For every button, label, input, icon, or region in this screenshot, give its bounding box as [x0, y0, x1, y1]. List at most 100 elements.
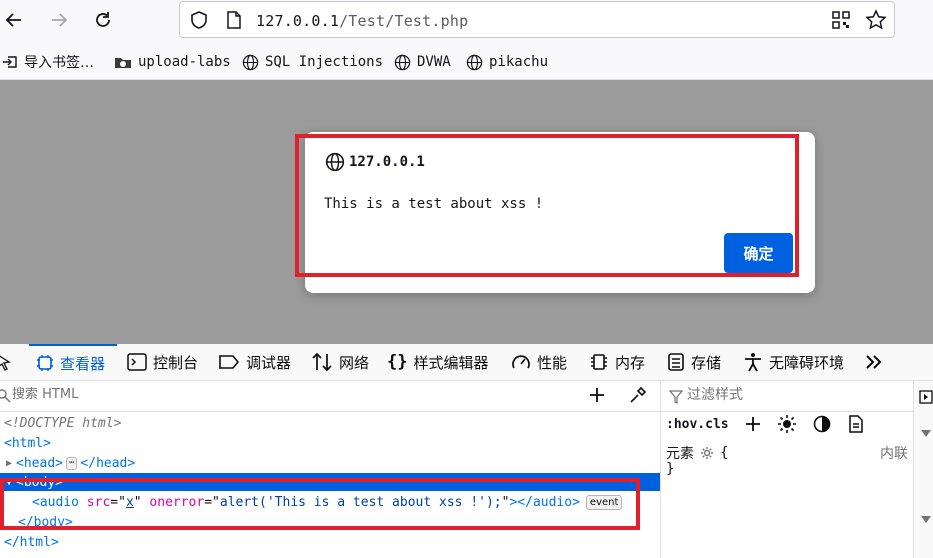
browser-toolbar: 127.0.0.1/Test/Test.php — [0, 0, 933, 44]
doctype-text: <!DOCTYPE html> — [4, 415, 122, 431]
chevron-down-icon[interactable] — [921, 423, 931, 442]
tab-network[interactable]: 网络 — [311, 344, 369, 380]
bookmark-sql-injections[interactable]: SQL Injections — [242, 53, 383, 71]
markup-panel: <!DOCTYPE html> <html> ▶ <head> ⋯ </head… — [0, 381, 661, 558]
tab-label: 性能 — [537, 353, 568, 372]
bookmark-label: 导入书签… — [24, 55, 94, 71]
light-theme-sun-icon[interactable] — [777, 414, 797, 438]
html-close-tag: </html> — [4, 534, 59, 550]
globe-icon — [242, 54, 259, 71]
collapse-triangle-icon[interactable]: ▼ — [6, 477, 12, 488]
attr-onerror-value: alert('This is a test about xss !'); — [219, 494, 502, 510]
sidebar-toggle-strip — [913, 381, 933, 558]
globe-icon — [325, 152, 345, 172]
filter-styles-input[interactable] — [687, 387, 897, 403]
expand-sidebar-icon[interactable] — [919, 389, 933, 408]
attr-src-value[interactable]: x — [126, 495, 134, 510]
chevron-down-icon[interactable] — [921, 509, 931, 528]
reload-button[interactable] — [89, 6, 117, 34]
bookmark-pikachu[interactable]: pikachu — [466, 53, 548, 71]
bookmark-label: upload-labs — [138, 54, 231, 70]
attr-onerror-name: onerror — [149, 494, 205, 510]
element-picker-icon[interactable] — [0, 353, 12, 375]
search-row — [0, 381, 660, 412]
shield-icon[interactable] — [189, 10, 209, 34]
folder-icon — [114, 54, 132, 70]
open-brace: { — [720, 445, 729, 461]
bookmarks-bar: 导入书签… upload-labs SQL Injections DVWA pi… — [0, 44, 933, 80]
plus-icon — [590, 388, 604, 402]
tab-label: 无障碍环境 — [769, 353, 845, 372]
event-badge[interactable]: event — [585, 494, 623, 510]
bookmark-import[interactable]: 导入书签… — [2, 53, 94, 71]
tab-accessibility[interactable]: 无障碍环境 — [743, 344, 844, 380]
import-icon — [2, 54, 18, 70]
search-html-input[interactable] — [12, 387, 572, 402]
ellipsis-badge[interactable]: ⋯ — [66, 456, 78, 470]
filter-icon — [668, 389, 684, 408]
back-arrow-icon — [5, 13, 21, 27]
hov-cls-toggle[interactable]: :hov.cls — [666, 417, 729, 432]
inspector-icon — [36, 354, 54, 372]
close-brace: } — [666, 461, 675, 477]
gear-icon[interactable] — [700, 446, 714, 460]
tab-console[interactable]: 控制台 — [127, 344, 198, 380]
dialog-origin-text: 127.0.0.1 — [349, 154, 425, 170]
head-open-tag: <head> — [16, 455, 63, 471]
tab-style-editor[interactable]: {} 样式编辑器 — [387, 344, 489, 380]
tab-storage[interactable]: 存储 — [667, 344, 721, 380]
url-bar[interactable]: 127.0.0.1/Test/Test.php — [179, 1, 895, 38]
tree-html[interactable]: <html> — [4, 433, 51, 453]
page-info-icon[interactable] — [226, 11, 242, 33]
url-text[interactable]: 127.0.0.1/Test/Test.php — [256, 12, 468, 30]
filter-row — [661, 381, 913, 412]
back-button[interactable] — [0, 6, 28, 34]
print-media-icon[interactable] — [848, 415, 864, 437]
tree-body-close[interactable]: </body> — [18, 512, 73, 532]
tree-audio[interactable]: <audio src =" x " onerror =" alert('This is a… — [32, 492, 623, 512]
rules-panel: :hov.cls 元素 { 内联 } — [661, 381, 913, 558]
tree-head[interactable]: ▶ <head> ⋯ </head> — [6, 453, 135, 473]
head-close-tag: </head> — [80, 455, 136, 471]
storage-icon — [667, 352, 685, 372]
tab-memory[interactable]: 内存 — [589, 344, 645, 380]
eyedropper-icon[interactable] — [629, 386, 647, 408]
performance-icon — [511, 353, 531, 371]
qr-code-icon[interactable] — [831, 10, 851, 34]
forward-arrow-icon — [52, 13, 68, 27]
url-path: /Test/Test.php — [339, 12, 469, 30]
tab-performance[interactable]: 性能 — [511, 344, 567, 380]
add-node-button[interactable] — [587, 385, 607, 409]
dialog-origin: 127.0.0.1 — [325, 152, 425, 172]
reload-icon — [96, 12, 110, 27]
bookmark-label: pikachu — [489, 54, 549, 70]
tab-label: 样式编辑器 — [413, 353, 489, 372]
inline-label: 内联 — [880, 446, 908, 462]
bookmark-upload-labs[interactable]: upload-labs — [114, 53, 231, 71]
bookmark-label: DVWA — [417, 54, 451, 70]
dialog-message: This is a test about xss ! — [324, 196, 544, 212]
url-host: 127.0.0.1 — [256, 12, 340, 30]
more-tabs-chevron-icon[interactable] — [864, 352, 884, 376]
audio-open-tag: <audio — [32, 494, 79, 510]
tab-label: 内存 — [615, 353, 646, 372]
add-rule-plus-icon[interactable] — [744, 415, 762, 437]
bookmark-star-icon[interactable] — [865, 9, 887, 35]
expand-triangle-icon[interactable]: ▶ — [6, 458, 12, 469]
tree-html-close[interactable]: </html> — [4, 532, 59, 552]
devtools-tab-bar: 查看器 控制台 调试器 网络 {} 样式编辑器 性能 内存 存储 无障碍环境 — [0, 344, 933, 381]
dark-theme-icon[interactable] — [813, 415, 831, 437]
forward-button[interactable] — [45, 6, 73, 34]
tab-debugger[interactable]: 调试器 — [218, 344, 291, 380]
tree-doctype[interactable]: <!DOCTYPE html> — [4, 413, 121, 433]
bookmark-dvwa[interactable]: DVWA — [394, 53, 451, 71]
body-close-tag: </body> — [18, 514, 73, 530]
tab-inspector[interactable]: 查看器 — [29, 344, 117, 380]
tab-label: 网络 — [339, 353, 370, 372]
element-rule-selector[interactable]: 元素 { — [666, 443, 728, 463]
tree-body-selected[interactable]: ▼ <body> — [0, 473, 660, 491]
ok-button[interactable]: 确定 — [724, 233, 793, 273]
tab-label: 存储 — [691, 353, 722, 372]
element-label: 元素 — [666, 446, 694, 462]
globe-icon — [466, 54, 483, 71]
